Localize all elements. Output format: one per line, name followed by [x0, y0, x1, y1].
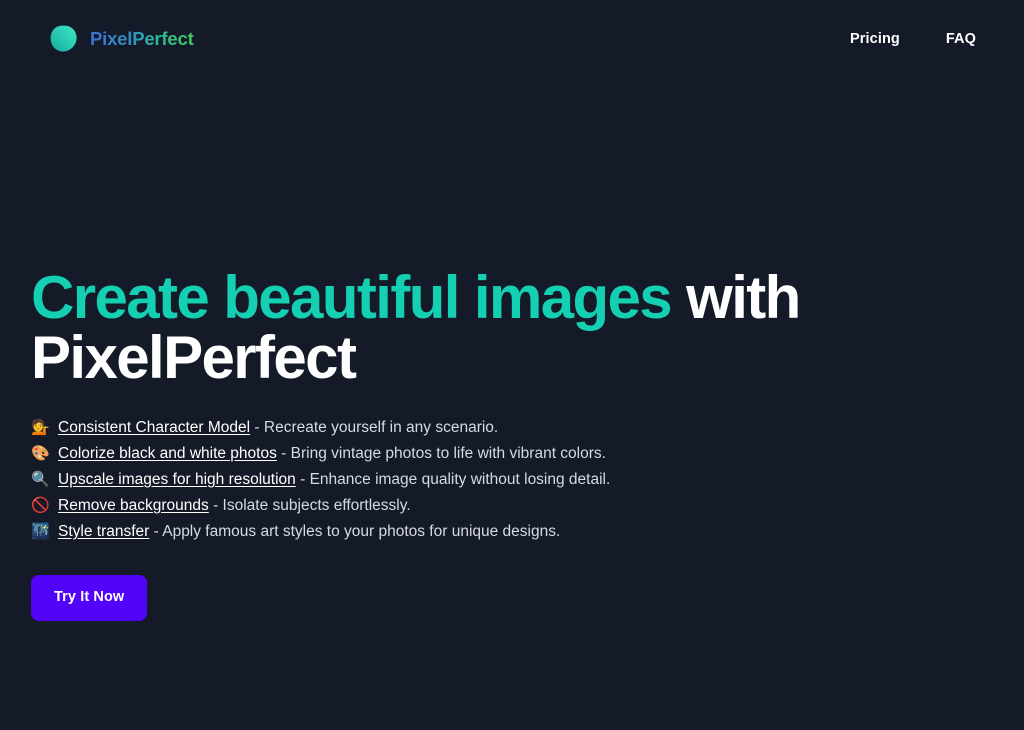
- person-tipping-hand-emoji: 💁: [31, 418, 50, 436]
- night-with-stars-emoji: 🌃: [31, 522, 50, 540]
- magnifying-glass-emoji: 🔍: [31, 470, 50, 488]
- list-item: 🌃 Style transfer - Apply famous art styl…: [31, 518, 991, 544]
- feature-description: - Apply famous art styles to your photos…: [149, 523, 561, 540]
- feature-text: Remove backgrounds - Isolate subjects ef…: [58, 493, 411, 519]
- main-nav: Pricing FAQ: [850, 31, 976, 47]
- feature-description: - Recreate yourself in any scenario.: [250, 419, 499, 436]
- feature-list: 💁 Consistent Character Model - Recreate …: [31, 414, 991, 544]
- feature-description: - Enhance image quality without losing d…: [295, 471, 611, 488]
- feature-description: - Bring vintage photos to life with vibr…: [276, 445, 606, 462]
- feature-text: Style transfer - Apply famous art styles…: [58, 519, 560, 545]
- feature-text: Upscale images for high resolution - Enh…: [58, 467, 610, 493]
- list-item: 🔍 Upscale images for high resolution - E…: [31, 466, 991, 492]
- feature-link[interactable]: Colorize black and white photos: [58, 445, 277, 462]
- list-item: 🚫 Remove backgrounds - Isolate subjects …: [31, 492, 991, 518]
- feature-text: Colorize black and white photos - Bring …: [58, 441, 606, 467]
- cta-container: Try It Now: [31, 575, 991, 621]
- page-title-accent: Create beautiful images: [31, 264, 673, 331]
- list-item: 💁 Consistent Character Model - Recreate …: [31, 414, 991, 440]
- feature-description: - Isolate subjects effortlessly.: [208, 497, 411, 514]
- brand-logo[interactable]: PixelPerfect: [50, 25, 194, 53]
- site-header: PixelPerfect Pricing FAQ: [0, 0, 1024, 78]
- feature-link[interactable]: Consistent Character Model: [58, 419, 250, 436]
- nav-link-pricing[interactable]: Pricing: [850, 31, 900, 47]
- brand-name: PixelPerfect: [90, 28, 194, 49]
- page-title: Create beautiful images with PixelPerfec…: [31, 268, 831, 388]
- blob-logo-icon: [50, 25, 78, 53]
- feature-link[interactable]: Style transfer: [58, 523, 149, 540]
- feature-link[interactable]: Upscale images for high resolution: [58, 471, 296, 488]
- feature-link[interactable]: Remove backgrounds: [58, 497, 209, 514]
- feature-text: Consistent Character Model - Recreate yo…: [58, 415, 498, 441]
- nav-link-faq[interactable]: FAQ: [946, 31, 976, 47]
- artist-palette-emoji: 🎨: [31, 444, 50, 462]
- list-item: 🎨 Colorize black and white photos - Brin…: [31, 440, 991, 466]
- try-it-now-button[interactable]: Try It Now: [31, 575, 148, 621]
- prohibited-sign-emoji: 🚫: [31, 496, 50, 514]
- hero-section: Create beautiful images with PixelPerfec…: [31, 268, 991, 621]
